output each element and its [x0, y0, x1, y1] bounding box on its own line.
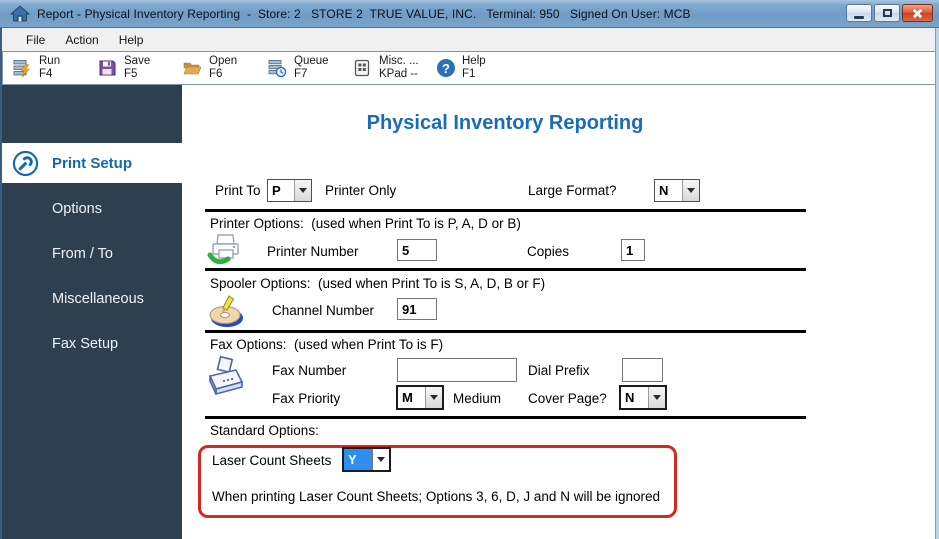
laser-count-sheets-value: Y	[344, 449, 372, 470]
save-icon	[97, 58, 117, 78]
toolbar-key: F5	[124, 68, 150, 81]
large-format-select[interactable]: N	[654, 179, 700, 202]
main-content: Physical Inventory Reporting Print To P …	[182, 85, 935, 539]
fax-number-label: Fax Number	[272, 363, 346, 378]
toolbar-key: F6	[209, 68, 237, 81]
print-to-value: P	[268, 180, 294, 201]
chevron-down-icon[interactable]	[294, 180, 311, 201]
minimize-button[interactable]	[846, 4, 872, 22]
open-folder-icon	[182, 58, 202, 78]
section-divider	[205, 268, 806, 271]
run-icon	[12, 58, 32, 78]
queue-icon	[267, 58, 287, 78]
cover-page-select[interactable]: N	[619, 385, 667, 410]
toolbar-open-button[interactable]: Open F6	[173, 52, 258, 84]
toolbar-key: F4	[39, 68, 60, 81]
toolbar-run-button[interactable]: Run F4	[3, 52, 88, 84]
large-format-value: N	[655, 180, 682, 201]
toolbar-save-button[interactable]: Save F5	[88, 52, 173, 84]
help-icon	[437, 59, 455, 77]
large-format-label: Large Format?	[528, 183, 617, 198]
print-to-description: Printer Only	[325, 183, 396, 198]
toolbar-label: Help	[462, 55, 486, 68]
menu-action[interactable]: Action	[55, 30, 108, 50]
sidebar-item-miscellaneous[interactable]: Miscellaneous	[52, 291, 144, 311]
chevron-down-icon[interactable]	[682, 180, 699, 201]
close-icon	[911, 7, 924, 20]
printer-options-header: Printer Options: (used when Print To is …	[210, 216, 521, 231]
laser-count-sheets-select[interactable]: Y	[342, 447, 391, 472]
home-icon	[10, 5, 30, 22]
laser-count-sheets-label: Laser Count Sheets	[212, 453, 331, 468]
spooler-options-header: Spooler Options: (used when Print To is …	[210, 276, 545, 291]
page-title: Physical Inventory Reporting	[205, 112, 805, 135]
toolbar-label: Open	[209, 55, 237, 68]
toolbar-key: F7	[294, 68, 329, 81]
maximize-icon	[883, 9, 892, 17]
print-to-label: Print To	[215, 183, 261, 198]
keypad-icon	[352, 58, 372, 78]
sidebar-item-fax-setup[interactable]: Fax Setup	[52, 336, 118, 356]
section-divider	[205, 330, 806, 333]
sidebar-item-from-to[interactable]: From / To	[52, 246, 113, 266]
window-title: Report - Physical Inventory Reporting - …	[37, 7, 691, 21]
fax-priority-select[interactable]: M	[396, 385, 444, 410]
sidebar-item-print-setup[interactable]: Print Setup	[0, 143, 182, 183]
fax-number-input[interactable]	[397, 358, 517, 382]
toolbar-label: Save	[124, 55, 150, 68]
menu-file[interactable]: File	[16, 30, 55, 50]
sidebar: Print Setup Options From / To Miscellane…	[0, 85, 182, 539]
chevron-down-icon[interactable]	[372, 449, 389, 470]
app-window: Report - Physical Inventory Reporting - …	[0, 0, 939, 539]
cover-page-value: N	[621, 387, 648, 408]
toolbar-key: KPad --	[379, 68, 419, 81]
fax-priority-value: M	[398, 387, 425, 408]
fax-icon	[202, 355, 248, 399]
copies-label: Copies	[527, 244, 569, 259]
dial-prefix-label: Dial Prefix	[528, 363, 590, 378]
sidebar-item-label: Print Setup	[52, 155, 132, 172]
toolbar-queue-button[interactable]: Queue F7	[258, 52, 343, 84]
chevron-down-icon[interactable]	[425, 387, 442, 408]
copies-input[interactable]	[621, 239, 645, 261]
printer-icon	[207, 232, 245, 269]
window-frame-right	[935, 28, 939, 539]
sidebar-item-options[interactable]: Options	[52, 201, 102, 221]
laser-count-note: When printing Laser Count Sheets; Option…	[212, 489, 660, 504]
cover-page-label: Cover Page?	[528, 391, 607, 406]
toolbar-label: Misc. ...	[379, 55, 419, 68]
toolbar-misc-button[interactable]: Misc. ... KPad --	[343, 52, 428, 84]
toolbar-label: Queue	[294, 55, 329, 68]
toolbar-help-button[interactable]: Help F1	[428, 52, 513, 84]
maximize-button[interactable]	[874, 4, 900, 22]
printer-number-input[interactable]	[397, 239, 437, 261]
minimize-icon	[854, 16, 864, 19]
printer-number-label: Printer Number	[267, 244, 359, 259]
dial-prefix-input[interactable]	[622, 358, 663, 382]
print-to-select[interactable]: P	[267, 179, 312, 202]
menu-bar: File Action Help	[0, 28, 939, 51]
spooler-icon	[206, 293, 248, 330]
section-divider	[205, 416, 806, 419]
wrench-icon	[12, 150, 39, 177]
toolbar: Run F4 Save F5 Open F6	[2, 51, 936, 85]
close-button[interactable]	[902, 4, 933, 22]
toolbar-key: F1	[462, 68, 486, 81]
chevron-down-icon[interactable]	[648, 387, 665, 408]
fax-options-header: Fax Options: (used when Print To is F)	[210, 337, 443, 352]
channel-number-input[interactable]	[397, 298, 437, 320]
standard-options-header: Standard Options:	[210, 423, 319, 438]
channel-number-label: Channel Number	[272, 303, 374, 318]
title-bar: Report - Physical Inventory Reporting - …	[0, 0, 939, 28]
toolbar-label: Run	[39, 55, 60, 68]
fax-priority-description: Medium	[453, 391, 501, 406]
window-frame-left	[0, 28, 2, 539]
section-divider	[205, 209, 806, 212]
fax-priority-label: Fax Priority	[272, 391, 340, 406]
menu-help[interactable]: Help	[109, 30, 154, 50]
